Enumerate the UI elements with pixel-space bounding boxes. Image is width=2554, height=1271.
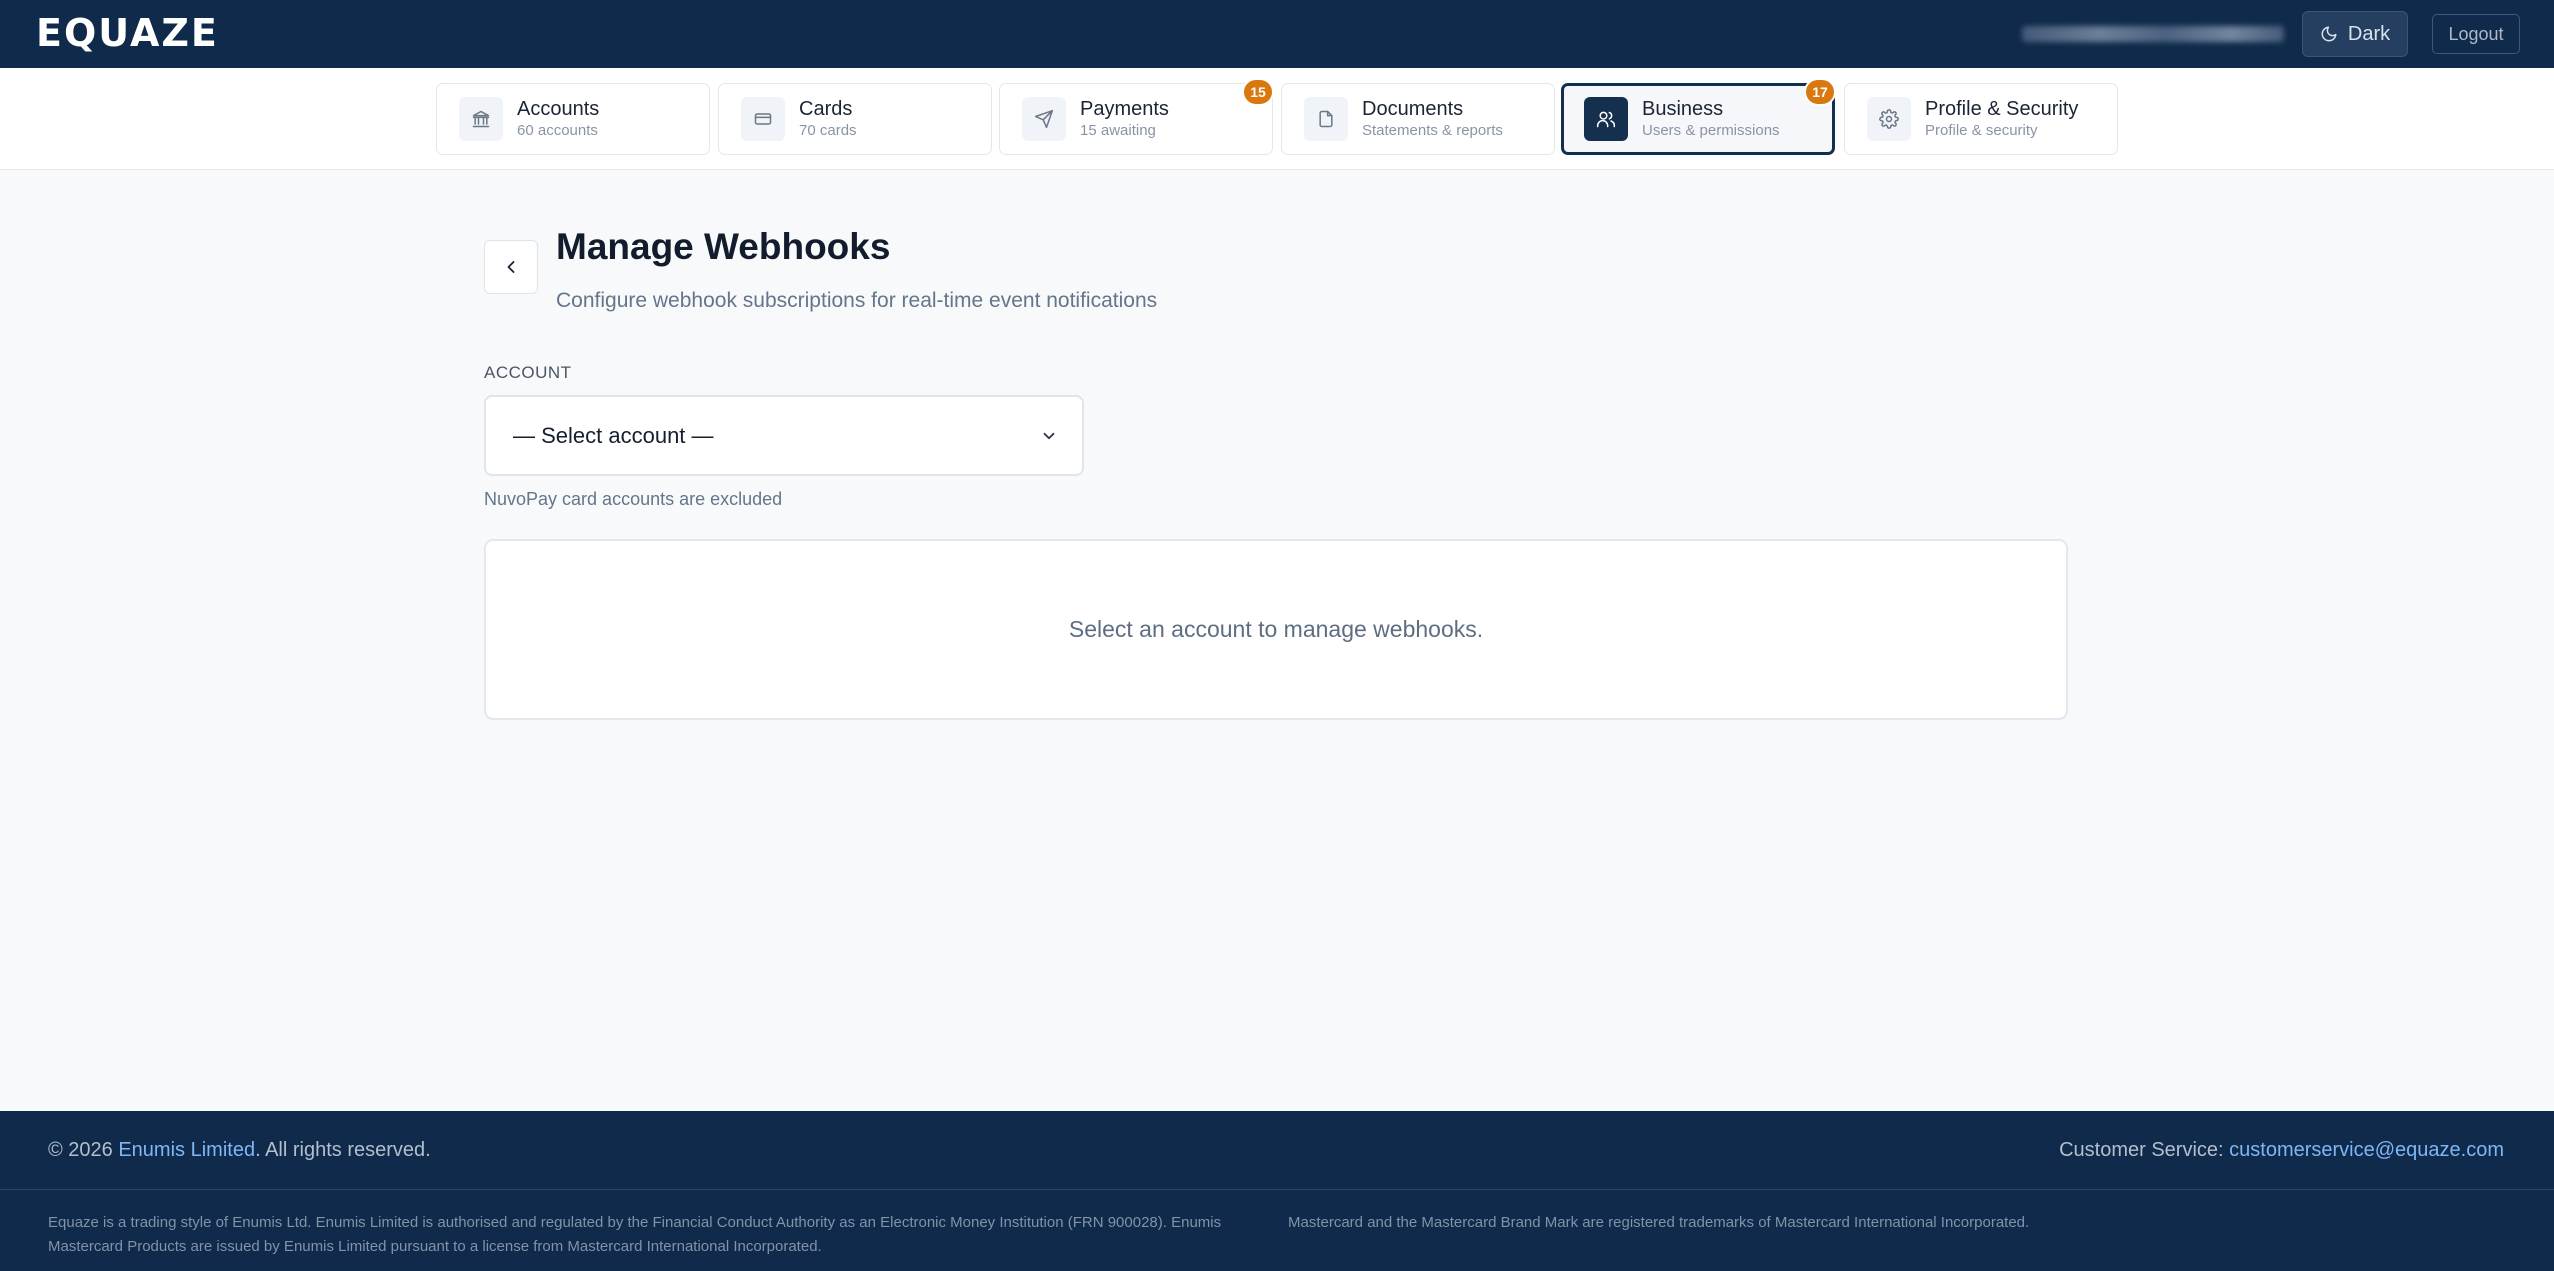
tab-title: Accounts	[517, 98, 600, 120]
dark-mode-label: Dark	[2347, 22, 2391, 45]
business-count-badge: 17	[1804, 78, 1836, 106]
tab-cards[interactable]: Cards 70 cards	[718, 83, 992, 155]
back-button[interactable]	[484, 240, 538, 294]
chevron-down-icon	[1043, 432, 1055, 439]
webhooks-empty-state: Select an account to manage webhooks.	[484, 539, 2068, 720]
account-select[interactable]: — Select account —	[484, 395, 1084, 476]
tab-subtitle: Profile & security	[1925, 122, 2038, 139]
tab-profile-security[interactable]: Profile & Security Profile & security	[1844, 83, 2118, 155]
tab-subtitle: Users & permissions	[1642, 122, 1780, 139]
tab-subtitle: 15 awaiting	[1080, 122, 1156, 139]
user-name-redacted	[2022, 26, 2284, 42]
document-icon	[1304, 97, 1348, 141]
account-field-label: ACCOUNT	[484, 363, 572, 382]
tab-documents[interactable]: Documents Statements & reports	[1281, 83, 1555, 155]
legal-disclaimer: Equaze is a trading style of Enumis Ltd.…	[48, 1214, 1222, 1255]
bank-icon	[459, 97, 503, 141]
customer-service-email-link[interactable]: customerservice@equaze.com	[2229, 1139, 2504, 1161]
account-hint: NuvoPay card accounts are excluded	[484, 489, 783, 509]
customer-service-label: Customer Service:	[2059, 1139, 2230, 1161]
moon-icon	[2321, 26, 2337, 42]
tab-title: Cards	[799, 98, 853, 120]
tab-payments[interactable]: Payments 15 awaiting 15	[999, 78, 1274, 155]
trademark-notice: Mastercard and the Mastercard Brand Mark…	[1288, 1214, 2030, 1231]
footer: © 2026 Enumis Limited. All rights reserv…	[0, 1111, 2554, 1271]
logout-button[interactable]: Logout	[2432, 14, 2520, 54]
send-icon	[1022, 97, 1066, 141]
top-bar: EQUAZE Dark Logout	[0, 0, 2554, 68]
footer-divider	[0, 1189, 2554, 1190]
customer-service: Customer Service: customerservice@equaze…	[2059, 1139, 2504, 1162]
payments-count-badge: 15	[1242, 78, 1274, 106]
tab-subtitle: 60 accounts	[517, 122, 598, 139]
tab-title: Profile & Security	[1925, 98, 2079, 120]
empty-state-message: Select an account to manage webhooks.	[1068, 616, 1484, 642]
page-title: Manage Webhooks	[556, 226, 891, 267]
copyright: © 2026 Enumis Limited. All rights reserv…	[48, 1139, 431, 1162]
equaze-logo[interactable]: EQUAZE	[36, 11, 219, 55]
copyright-prefix: © 2026	[48, 1139, 119, 1161]
credit-card-icon	[741, 97, 785, 141]
users-icon	[1584, 97, 1628, 141]
tab-accounts[interactable]: Accounts 60 accounts	[436, 83, 710, 155]
tab-subtitle: Statements & reports	[1362, 122, 1503, 139]
page-subtitle: Configure webhook subscriptions for real…	[556, 289, 1158, 312]
account-select-value: — Select account —	[513, 422, 714, 448]
tab-title: Payments	[1080, 98, 1169, 120]
copyright-suffix: . All rights reserved.	[255, 1139, 431, 1161]
company-link[interactable]: Enumis Limited	[118, 1139, 255, 1161]
tab-business[interactable]: Business Users & permissions 17	[1561, 78, 1836, 155]
tab-subtitle: 70 cards	[799, 122, 857, 139]
gear-icon	[1867, 97, 1911, 141]
tab-title: Business	[1642, 98, 1724, 120]
chevron-left-icon	[507, 261, 515, 273]
dark-mode-button[interactable]: Dark	[2302, 11, 2408, 57]
main-nav: Accounts 60 accounts Cards 70 cards Paym…	[0, 68, 2554, 170]
tab-title: Documents	[1362, 98, 1464, 120]
